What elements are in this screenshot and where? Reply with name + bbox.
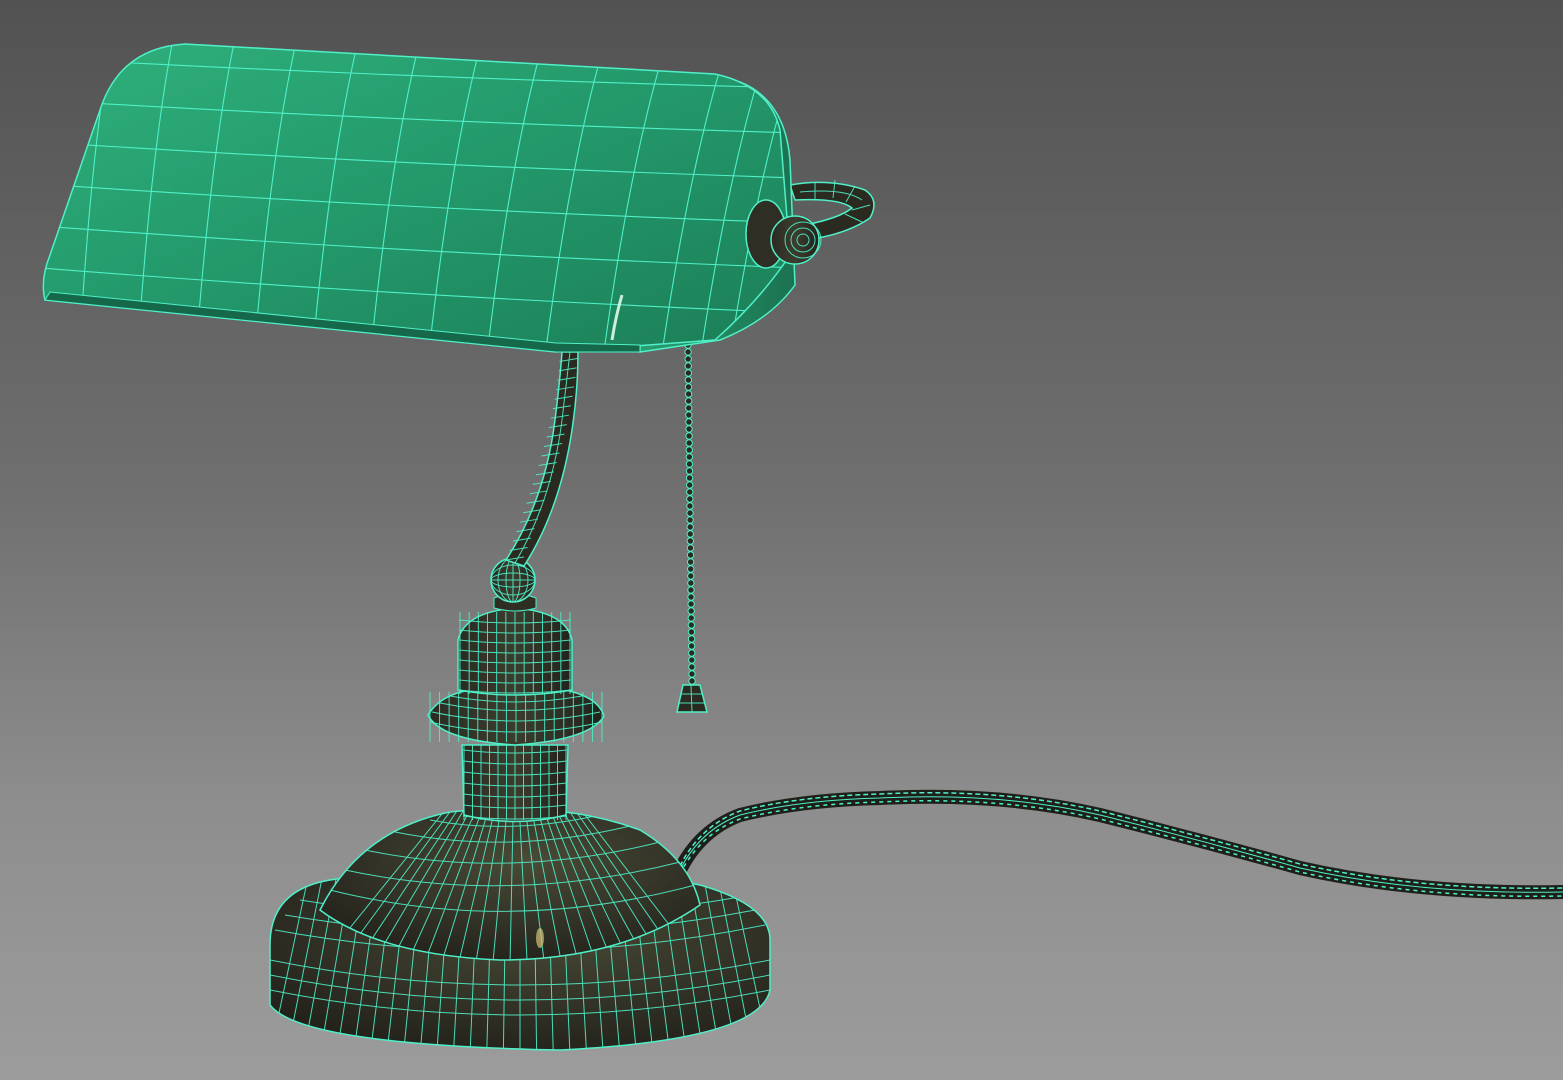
power-cord: [673, 789, 1563, 900]
lamp-arm: [504, 348, 579, 567]
lamp-model[interactable]: [0, 0, 1563, 1080]
3d-viewport[interactable]: [0, 0, 1563, 1080]
lamp-shade: [42, 43, 822, 353]
lamp-column: [427, 557, 605, 823]
pull-chain[interactable]: [676, 341, 708, 713]
